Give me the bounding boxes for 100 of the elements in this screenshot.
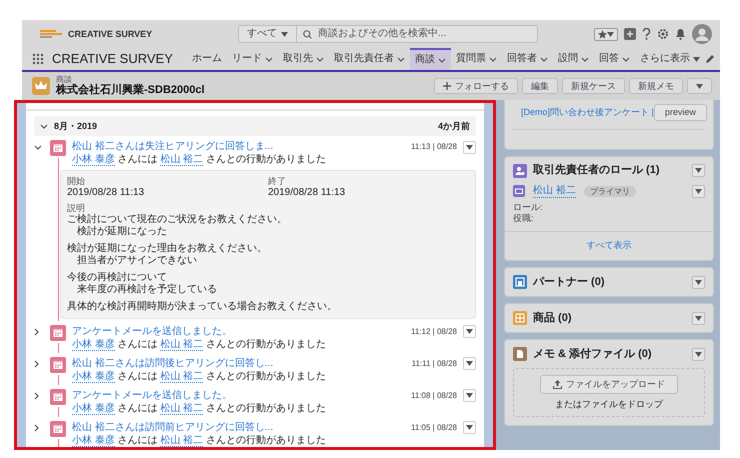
nav-tab[interactable]: 商談 [410,48,451,70]
nav-tab[interactable]: 質問票 [450,48,502,70]
nav-tab[interactable]: 回答者 [502,48,553,70]
assignee-link[interactable]: 小林 泰彦 [72,338,115,351]
calendar-icon [50,420,66,437]
preview-button[interactable]: preview [654,104,707,121]
nav-tab[interactable]: 設問 [552,48,594,70]
card-menu-button[interactable] [692,348,705,361]
item-menu-button[interactable] [463,140,476,154]
sentence-text: さんとの行動がありました [204,370,326,382]
caret-icon [466,361,473,366]
sentence-text: さんとの行動がありました [204,402,326,414]
caret-icon [696,84,703,89]
question-text: 今後の再検討について [67,272,168,284]
calendar-icon [50,356,66,373]
chevron-down-icon [488,56,497,62]
sentence-text: さんには [116,154,159,165]
card-menu-button[interactable] [692,164,705,178]
caret-icon [281,32,288,36]
card-title: メモ & 添付ファイル (0) [533,348,652,361]
activity-title-link[interactable]: 松山 裕二さんは失注ヒアリングに回答しま... [72,141,274,153]
activity-time: 11:08 | 08/28 [411,390,457,400]
contact-link[interactable]: 松山 裕二 [160,402,204,415]
search-placeholder: 商談およびその他を検索中... [318,28,446,40]
document-icon [513,347,527,362]
activity-time: 11:13 | 08/28 [411,142,457,152]
product-icon [513,311,527,326]
upload-button[interactable]: ファイルをアップロード [540,375,678,394]
caret-icon [695,316,702,321]
question-text: ご検討について現在のご状況をお教えください。 [67,214,288,226]
chevron-down-icon [40,124,48,128]
more-tab[interactable]: さらに表示 [634,48,705,70]
pencil-icon[interactable] [704,54,714,64]
logo-icon [40,30,62,38]
caret-icon [695,352,702,357]
more-actions-button[interactable] [687,78,712,94]
drop-hint: またはファイルをドロップ [555,399,663,410]
action-button[interactable]: 新規ケース [562,78,625,94]
item-menu-button[interactable] [463,357,476,370]
crown-icon [32,77,50,95]
month-header[interactable]: 8月・2019 4か月前 [34,116,476,136]
activity-time: 11:05 | 08/28 [411,422,457,432]
activity-title-link[interactable]: 松山 裕二さんは訪問前ヒアリングに回答し... [72,422,274,434]
card-menu-button[interactable] [692,312,705,325]
app-launcher-icon[interactable] [32,53,44,65]
contact-link[interactable]: 松山 裕二 [160,154,204,166]
item-menu-button[interactable] [463,325,476,338]
field-label: 開始 [67,176,86,187]
nav-tab[interactable]: 取引先 [278,48,329,70]
chevron-down-icon [580,56,589,62]
answer-text: 担当者がアサインできない [76,254,198,267]
question-text: 検討が延期になった理由をお教えください。 [67,242,268,254]
nav-tab[interactable]: 取引先責任者 [328,48,410,70]
row-menu-button[interactable] [692,184,705,198]
avatar-icon[interactable] [692,24,712,44]
favorites-button[interactable] [594,28,618,40]
assignee-link[interactable]: 小林 泰彦 [72,154,115,166]
activity-title-link[interactable]: 松山 裕二さんは訪問後ヒアリングに回答し... [72,358,274,370]
plus-icon [443,82,451,90]
chevron-down-icon [622,56,630,62]
card-title: パートナー (0) [533,276,604,289]
activity-title-link[interactable]: アンケートメールを送信しました。 [72,326,232,338]
help-icon[interactable] [642,28,651,40]
nav-tab[interactable]: リード [226,48,278,70]
card-menu-button[interactable] [692,276,705,289]
item-menu-button[interactable] [463,421,476,434]
follow-button[interactable]: フォローする [434,78,518,94]
activity-title-link[interactable]: アンケートメールを送信しました。 [72,390,232,402]
chevron-right-icon[interactable] [34,328,39,336]
add-icon[interactable] [624,28,636,40]
nav-tab[interactable]: 回答 [594,48,635,70]
field-label: 終了 [268,176,287,187]
chevron-right-icon[interactable] [34,392,39,400]
action-button[interactable]: 編集 [522,78,558,94]
assignee-link[interactable]: 小林 泰彦 [72,402,115,415]
item-menu-button[interactable] [463,389,476,402]
card-title: 取引先責任者のロール (1) [533,164,660,178]
chevron-right-icon[interactable] [34,424,39,432]
caret-icon [466,144,473,150]
action-button[interactable]: 新規メモ [629,78,683,94]
bell-icon[interactable] [675,28,686,40]
assignee-link[interactable]: 小林 泰彦 [72,434,115,447]
contact-link[interactable]: 松山 裕二 [160,338,204,351]
partner-icon [513,275,527,290]
contact-link[interactable]: 松山 裕二 [160,434,204,447]
chevron-right-icon[interactable] [34,360,39,368]
settings-icon[interactable] [657,28,669,40]
search-field[interactable]: すべて 商談およびその他を検索中... [238,25,538,43]
record-title: 株式会社石川興業-SDB2000cl [56,84,205,98]
chevron-down-icon[interactable] [34,144,42,150]
people-icon [513,164,527,178]
role-badge: プライマリ [584,186,636,198]
calendar-icon [50,324,66,341]
contact-link[interactable]: 松山 裕二 [160,370,204,383]
assignee-link[interactable]: 小林 泰彦 [72,370,115,383]
nav-tab[interactable]: ホーム [186,48,227,70]
caret-icon [695,280,702,285]
caret-icon [466,393,473,398]
drop-zone[interactable]: ファイルをアップロード またはファイルをドロップ [513,368,705,417]
activity-time: 11:11 | 08/28 [412,358,457,368]
